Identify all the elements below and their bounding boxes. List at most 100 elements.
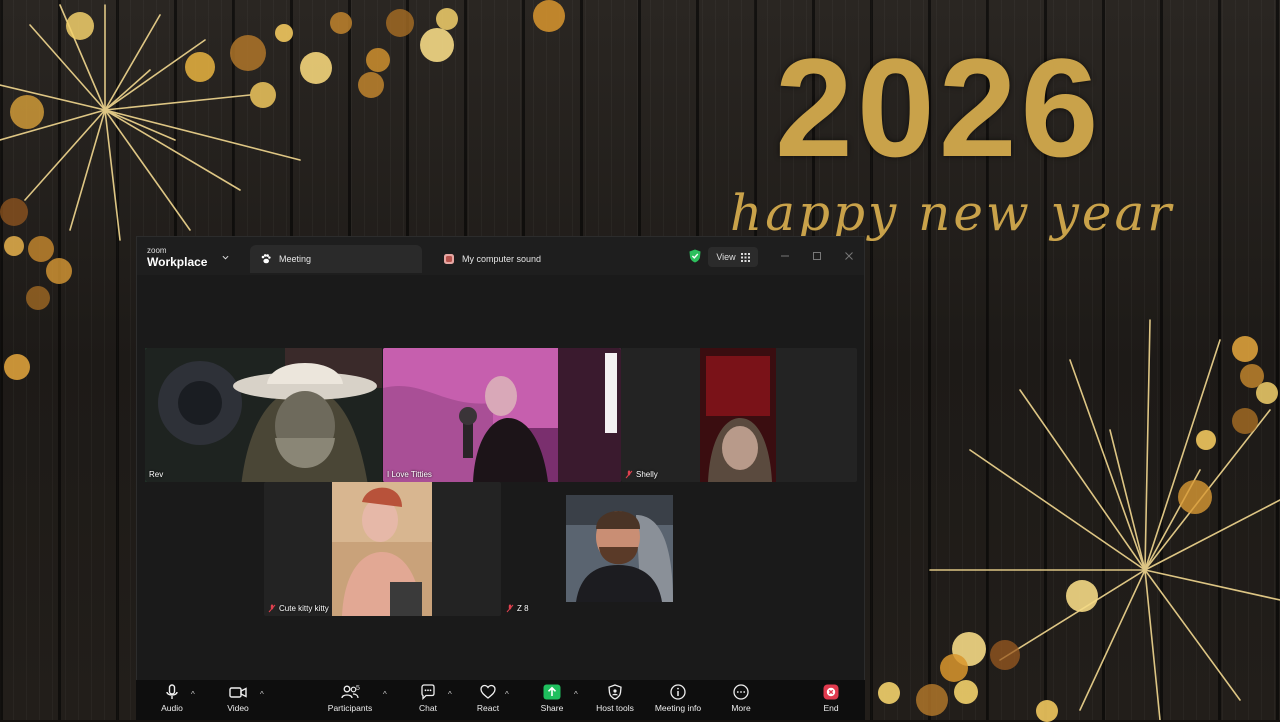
participant-name-text: Shelly (636, 470, 658, 479)
share-screen-icon (543, 684, 561, 700)
view-button[interactable]: View (708, 247, 758, 267)
paw-icon (261, 254, 271, 264)
react-options-caret-icon[interactable]: ^ (505, 690, 509, 699)
tab-meeting[interactable]: Meeting (250, 245, 422, 273)
react-label: React (476, 703, 500, 713)
react-button[interactable]: React (458, 684, 518, 720)
security-shield-icon[interactable] (689, 249, 701, 263)
bokeh-light (66, 12, 94, 40)
participant-name: Shelly (625, 470, 658, 479)
brand-big-label: Workplace (147, 255, 208, 269)
tab-meeting-label: Meeting (279, 254, 312, 264)
maximize-icon[interactable] (811, 250, 823, 262)
participants-options-caret-icon[interactable]: ^ (383, 690, 387, 699)
grid-icon (740, 252, 750, 262)
chat-bubble-icon (421, 684, 435, 700)
share-label: Share (540, 703, 564, 713)
participant-name-text: Cute kitty kitty (279, 604, 329, 613)
participant-name: I Love Titties (387, 470, 432, 479)
host-tools-button[interactable]: Host tools (585, 684, 645, 720)
bokeh-light (436, 8, 458, 30)
video-tile-z-8[interactable]: Z 8 (502, 482, 739, 616)
video-tile-rev[interactable]: Rev (145, 348, 382, 482)
video-label: Video (227, 703, 249, 713)
bokeh-light (1256, 382, 1278, 404)
close-icon[interactable] (843, 250, 855, 262)
video-feed (700, 348, 776, 482)
bokeh-light (0, 198, 28, 226)
bokeh-light (185, 52, 215, 82)
end-call-icon (823, 684, 839, 700)
video-camera-icon (229, 687, 247, 698)
chat-label: Chat (419, 703, 437, 713)
more-label: More (731, 703, 751, 713)
bokeh-light (1232, 408, 1258, 434)
video-tile-cute-kitty-kitty[interactable]: Cute kitty kitty (264, 482, 501, 616)
brand-small-label: zoom (147, 246, 167, 255)
bokeh-light (1036, 700, 1058, 722)
video-feed (383, 348, 621, 482)
participant-name: Rev (149, 470, 163, 479)
bokeh-light (4, 354, 30, 380)
video-feed (566, 495, 673, 602)
participant-name: Z 8 (506, 604, 529, 613)
bokeh-light (46, 258, 72, 284)
chat-options-caret-icon[interactable]: ^ (448, 690, 452, 699)
zoom-meeting-window: zoom Workplace Meeting My computer sound (136, 236, 865, 720)
shield-icon (608, 684, 622, 700)
bokeh-light (1178, 480, 1212, 514)
bokeh-light (940, 654, 968, 682)
minimize-icon[interactable] (779, 250, 791, 262)
bokeh-light (28, 236, 54, 262)
meeting-toolbar: Audio ^ Video ^ 5 Participants ^ Chat ^ … (136, 680, 865, 720)
view-label: View (716, 252, 736, 262)
bokeh-light (10, 95, 44, 129)
end-label: End (823, 703, 839, 713)
video-tile-shelly[interactable]: Shelly (621, 348, 857, 482)
bokeh-light (300, 52, 332, 84)
video-button[interactable]: Video (208, 684, 268, 720)
participants-label: Participants (327, 703, 373, 713)
bokeh-light (230, 35, 266, 71)
end-button[interactable]: End (801, 684, 861, 720)
participant-name-text: Rev (149, 470, 164, 479)
info-icon (670, 684, 686, 700)
bokeh-light (386, 9, 414, 37)
share-button[interactable]: Share (522, 684, 582, 720)
more-button[interactable]: More (711, 684, 771, 720)
muted-mic-icon (625, 470, 633, 479)
bokeh-light (1196, 430, 1216, 450)
bokeh-light (533, 0, 565, 32)
audio-label: Audio (161, 703, 183, 713)
bokeh-light (358, 72, 384, 98)
bokeh-light (250, 82, 276, 108)
window-titlebar: zoom Workplace Meeting My computer sound (137, 237, 864, 275)
new-year-year: 2026 (775, 29, 1103, 186)
meeting-info-button[interactable]: Meeting info (648, 684, 708, 720)
tab-my-computer-sound[interactable]: My computer sound (433, 245, 633, 273)
video-options-caret-icon[interactable]: ^ (260, 690, 264, 699)
muted-mic-icon (268, 604, 276, 613)
chevron-down-icon[interactable] (222, 254, 229, 261)
bokeh-light (26, 286, 50, 310)
firework-top-left (0, 4, 301, 241)
muted-mic-icon (506, 604, 514, 613)
bokeh-light (878, 682, 900, 704)
bokeh-light (330, 12, 352, 34)
participant-name-text: I Love Titties (387, 470, 432, 479)
video-tile-i-love-titties[interactable]: I Love Titties (383, 348, 621, 482)
bokeh-light (916, 684, 948, 716)
more-dots-icon (733, 684, 749, 700)
bokeh-light (420, 28, 454, 62)
bokeh-light (366, 48, 390, 72)
bokeh-light (954, 680, 978, 704)
microphone-icon (166, 684, 178, 699)
participant-name: Cute kitty kitty (268, 604, 329, 613)
app-icon (444, 254, 454, 264)
zoom-workplace-logo[interactable]: zoom Workplace (147, 246, 208, 269)
audio-options-caret-icon[interactable]: ^ (191, 690, 195, 699)
share-options-caret-icon[interactable]: ^ (574, 690, 578, 699)
bokeh-light (275, 24, 293, 42)
participants-button[interactable]: 5 Participants (320, 684, 380, 720)
participant-count: 5 (356, 685, 360, 692)
